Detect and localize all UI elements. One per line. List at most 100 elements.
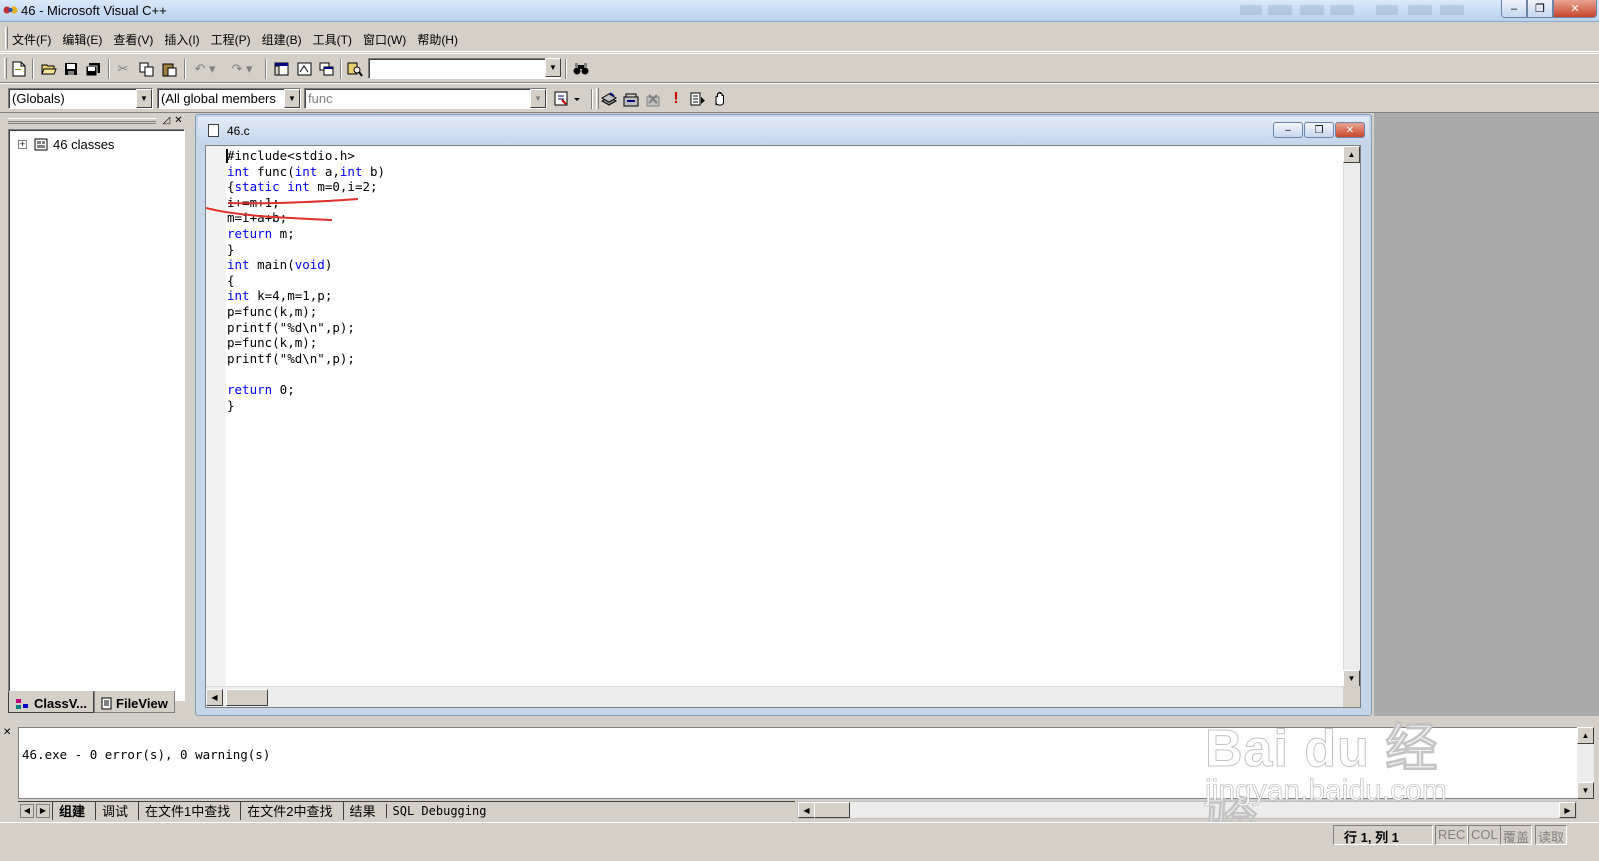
- tab-debug[interactable]: 调试: [95, 801, 136, 820]
- tree-item-classes[interactable]: + 46 classes: [18, 137, 114, 152]
- editor-vertical-scrollbar[interactable]: ▲ ▼: [1343, 146, 1360, 687]
- code-line[interactable]: i+=m+1;: [227, 195, 385, 211]
- go-icon[interactable]: [689, 90, 707, 108]
- compile-icon[interactable]: [600, 90, 618, 108]
- code-line[interactable]: p=func(k,m);: [227, 335, 385, 351]
- output-scroll-right-icon[interactable]: ▶: [1559, 802, 1576, 818]
- workspace-icon[interactable]: [272, 60, 290, 78]
- toolbar-grip[interactable]: [4, 58, 7, 79]
- tab-build[interactable]: 组建: [52, 801, 93, 820]
- menu-project[interactable]: 工程(P): [211, 31, 251, 48]
- save-all-icon[interactable]: [84, 60, 102, 78]
- workspace-dock-icon[interactable]: ◿: [161, 116, 172, 127]
- code-editor[interactable]: #include<stdio.h> int func(int a,int b) {s…: [205, 145, 1361, 708]
- editor-close-button[interactable]: ✕: [1335, 122, 1365, 138]
- editor-restore-button[interactable]: ❐: [1304, 122, 1334, 138]
- tab-sql-debugging[interactable]: SQL Debugging: [385, 803, 495, 818]
- menu-grip[interactable]: [5, 27, 8, 49]
- scroll-down-icon[interactable]: ▼: [1343, 670, 1360, 687]
- member-combo[interactable]: func ▼: [304, 88, 547, 109]
- scroll-up-icon[interactable]: ▲: [1343, 146, 1360, 163]
- undo-icon[interactable]: ↶ ▾: [190, 60, 220, 78]
- open-icon[interactable]: [40, 60, 58, 78]
- code-line[interactable]: return m;: [227, 226, 385, 242]
- wizard-action-icon[interactable]: [552, 90, 584, 108]
- output-scroll-up-icon[interactable]: ▲: [1577, 727, 1594, 744]
- code-line[interactable]: {: [227, 273, 385, 289]
- restore-button[interactable]: ❐: [1527, 0, 1553, 18]
- code-line[interactable]: printf("%d\n",p);: [227, 320, 385, 336]
- window-list-icon[interactable]: [317, 60, 335, 78]
- code-line[interactable]: p=func(k,m);: [227, 304, 385, 320]
- filter-combo-dropdown[interactable]: ▼: [284, 89, 300, 108]
- breakpoint-icon[interactable]: [711, 90, 729, 108]
- class-combo[interactable]: (Globals) ▼: [8, 88, 153, 109]
- build-icon[interactable]: [622, 90, 640, 108]
- member-combo-dropdown[interactable]: ▼: [530, 89, 546, 108]
- filter-combo[interactable]: (All global members ▼: [157, 88, 301, 109]
- blurred-title-element: [1240, 5, 1262, 15]
- tab-scroll-left-icon[interactable]: ◀: [20, 803, 34, 818]
- tab-find-in-files-1[interactable]: 在文件1中查找: [138, 801, 238, 820]
- minimize-button[interactable]: ‒: [1501, 0, 1527, 18]
- close-button[interactable]: ✕: [1553, 0, 1597, 18]
- menu-window[interactable]: 窗口(W): [363, 31, 406, 48]
- copy-icon[interactable]: [137, 60, 155, 78]
- code-line[interactable]: [227, 366, 385, 382]
- editor-horizontal-scrollbar[interactable]: ◀: [206, 686, 1345, 707]
- menu-help[interactable]: 帮助(H): [417, 31, 458, 48]
- output-scroll-left-icon[interactable]: ◀: [798, 802, 815, 818]
- find-icon[interactable]: [572, 60, 590, 78]
- output-vertical-scrollbar[interactable]: ▲ ▼: [1577, 727, 1594, 799]
- code-line[interactable]: }: [227, 242, 385, 258]
- tab-find-in-files-2[interactable]: 在文件2中查找: [240, 801, 340, 820]
- menu-tools[interactable]: 工具(T): [313, 31, 352, 48]
- blurred-title-element: [1440, 5, 1464, 15]
- redo-icon[interactable]: ↷ ▾: [227, 60, 257, 78]
- source-code[interactable]: #include<stdio.h> int func(int a,int b) {s…: [227, 148, 385, 413]
- output-close-icon[interactable]: ✕: [3, 728, 17, 738]
- menu-file[interactable]: 文件(F): [12, 31, 51, 48]
- code-line[interactable]: {static int m=0,i=2;: [227, 179, 385, 195]
- tab-fileview[interactable]: FileView: [94, 691, 175, 713]
- code-line[interactable]: }: [227, 398, 385, 414]
- code-line[interactable]: return 0;: [227, 382, 385, 398]
- menu-edit[interactable]: 编辑(E): [62, 31, 102, 48]
- output-icon[interactable]: [295, 60, 313, 78]
- find-combo-dropdown[interactable]: ▼: [545, 58, 561, 77]
- code-line[interactable]: int main(void): [227, 257, 385, 273]
- output-horizontal-scrollbar[interactable]: ◀ ▶: [797, 801, 1577, 819]
- code-line[interactable]: #include<stdio.h>: [227, 148, 385, 164]
- execute-icon[interactable]: !: [667, 90, 685, 108]
- code-line[interactable]: m=i+a+b;: [227, 210, 385, 226]
- output-text-area[interactable]: 46.exe - 0 error(s), 0 warning(s): [18, 727, 1580, 799]
- menu-insert[interactable]: 插入(I): [164, 31, 199, 48]
- expand-plus-icon[interactable]: +: [18, 140, 27, 149]
- cut-icon[interactable]: ✂: [114, 60, 132, 78]
- output-scroll-thumb[interactable]: [814, 802, 850, 818]
- class-combo-dropdown[interactable]: ▼: [136, 89, 152, 108]
- stop-build-icon[interactable]: [644, 90, 662, 108]
- horizontal-scroll-thumb[interactable]: [226, 689, 268, 706]
- paste-icon[interactable]: [160, 60, 178, 78]
- output-scroll-down-icon[interactable]: ▼: [1577, 782, 1594, 799]
- workspace-drag-bar[interactable]: [8, 118, 156, 124]
- code-line[interactable]: int k=4,m=1,p;: [227, 288, 385, 304]
- editor-title-bar[interactable]: 46.c ‒ ❐ ✕: [198, 117, 1369, 143]
- find-in-files-icon[interactable]: [346, 60, 364, 78]
- scroll-left-icon[interactable]: ◀: [206, 689, 223, 706]
- toolbar-grip[interactable]: [596, 88, 599, 109]
- class-tree[interactable]: + 46 classes: [8, 129, 185, 701]
- workspace-close-icon[interactable]: ✕: [173, 116, 184, 127]
- tab-results[interactable]: 结果: [342, 801, 384, 820]
- tab-classview[interactable]: ClassV...: [8, 691, 95, 713]
- code-line[interactable]: printf("%d\n",p);: [227, 351, 385, 367]
- menu-build[interactable]: 组建(B): [262, 31, 302, 48]
- menu-view[interactable]: 查看(V): [113, 31, 153, 48]
- save-icon[interactable]: [62, 60, 80, 78]
- editor-minimize-button[interactable]: ‒: [1273, 122, 1303, 138]
- find-combo[interactable]: [368, 58, 561, 79]
- tab-scroll-right-icon[interactable]: ▶: [36, 803, 50, 818]
- code-line[interactable]: int func(int a,int b): [227, 164, 385, 180]
- new-file-icon[interactable]: [10, 60, 28, 78]
